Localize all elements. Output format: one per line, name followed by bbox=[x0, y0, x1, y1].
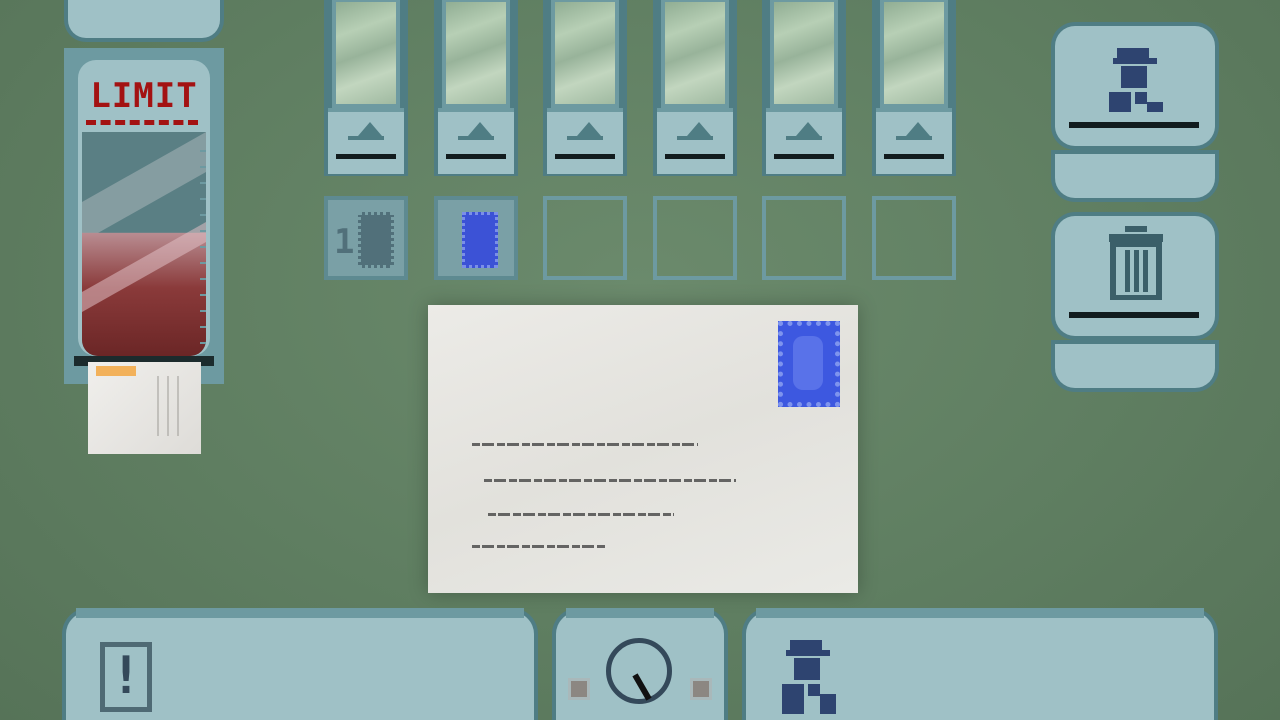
letter-envelope[interactable] bbox=[428, 305, 858, 593]
slot-drop-button[interactable] bbox=[657, 108, 733, 174]
clock-panel bbox=[556, 608, 724, 720]
alert-icon[interactable]: ! bbox=[100, 642, 152, 712]
address-line bbox=[484, 479, 736, 482]
postman-icon bbox=[1109, 48, 1163, 112]
stamp-portrait bbox=[793, 336, 823, 390]
alert-panel: ! bbox=[66, 608, 534, 720]
slot-arrow-base bbox=[458, 136, 494, 140]
slot-arrow-base bbox=[677, 136, 713, 140]
limit-gauge bbox=[82, 132, 206, 356]
up-arrow-icon bbox=[577, 122, 601, 136]
sorting-slot-5[interactable] bbox=[762, 0, 846, 176]
slot-arrow-base bbox=[896, 136, 932, 140]
clock-hand bbox=[632, 673, 652, 701]
limit-meter-cap bbox=[68, 0, 220, 38]
up-arrow-icon bbox=[468, 122, 492, 136]
stamp-box-3[interactable] bbox=[543, 196, 627, 280]
stamp-count: 1 bbox=[334, 222, 355, 262]
card-stamp bbox=[96, 366, 136, 376]
slot-glass bbox=[332, 0, 400, 108]
sorting-slot-1[interactable] bbox=[324, 0, 408, 176]
slot-indicator-bar bbox=[884, 154, 944, 159]
panel-strip bbox=[76, 608, 524, 618]
slot-arrow-base bbox=[348, 136, 384, 140]
slot-indicator-bar bbox=[555, 154, 615, 159]
up-arrow-icon bbox=[906, 122, 930, 136]
address-line bbox=[472, 545, 606, 548]
postman-button[interactable] bbox=[1055, 26, 1215, 146]
sorting-slot-3[interactable] bbox=[543, 0, 627, 176]
stamp-box-4[interactable] bbox=[653, 196, 737, 280]
sorting-slot-4[interactable] bbox=[653, 0, 737, 176]
trash-icon bbox=[1109, 226, 1163, 300]
limit-gauge-fill bbox=[82, 132, 206, 356]
slot-glass bbox=[442, 0, 510, 108]
slot-indicator-bar bbox=[665, 154, 725, 159]
worker-panel bbox=[746, 608, 1214, 720]
ejected-letter-card[interactable] bbox=[88, 362, 201, 454]
slot-drop-button[interactable] bbox=[766, 108, 842, 174]
stamp-box-5[interactable] bbox=[762, 196, 846, 280]
clock-icon bbox=[606, 638, 672, 704]
slot-drop-button[interactable] bbox=[876, 108, 952, 174]
address-line bbox=[472, 443, 698, 446]
speed-up-button[interactable] bbox=[690, 678, 712, 700]
slot-arrow-base bbox=[786, 136, 822, 140]
slot-indicator-bar bbox=[446, 154, 506, 159]
limit-meter-window: LIMIT bbox=[78, 60, 210, 356]
slot-glass bbox=[661, 0, 729, 108]
up-arrow-icon bbox=[687, 122, 711, 136]
trash-button[interactable] bbox=[1055, 216, 1215, 336]
trash-tray bbox=[1055, 344, 1215, 388]
postman-tray bbox=[1055, 154, 1215, 198]
slot-glass bbox=[880, 0, 948, 108]
sorting-slot-2[interactable] bbox=[434, 0, 518, 176]
letter-stamp[interactable] bbox=[778, 321, 840, 407]
sorting-slot-6[interactable] bbox=[872, 0, 956, 176]
slot-indicator-bar bbox=[336, 154, 396, 159]
stamp-box-1[interactable]: 1 bbox=[324, 196, 408, 280]
speed-down-button[interactable] bbox=[568, 678, 590, 700]
slot-indicator-bar bbox=[774, 154, 834, 159]
slot-drop-button[interactable] bbox=[328, 108, 404, 174]
slot-drop-button[interactable] bbox=[438, 108, 514, 174]
stamp-box-6[interactable] bbox=[872, 196, 956, 280]
stamp-box-2[interactable] bbox=[434, 196, 518, 280]
panel-strip bbox=[756, 608, 1204, 618]
up-arrow-icon bbox=[358, 122, 382, 136]
panel-strip bbox=[566, 608, 714, 618]
postman-icon bbox=[782, 640, 836, 714]
slot-drop-button[interactable] bbox=[547, 108, 623, 174]
postman-indicator-bar bbox=[1069, 122, 1199, 128]
card-text-lines bbox=[157, 376, 187, 436]
stamp-icon bbox=[462, 212, 498, 268]
slot-glass bbox=[551, 0, 619, 108]
game-stage: LIMIT 1 ! bbox=[0, 0, 1280, 720]
limit-threshold-line bbox=[86, 120, 198, 125]
address-line bbox=[488, 513, 674, 516]
stamp-icon bbox=[358, 212, 394, 268]
slot-glass bbox=[770, 0, 838, 108]
up-arrow-icon bbox=[796, 122, 820, 136]
limit-ticks bbox=[200, 150, 206, 350]
trash-indicator-bar bbox=[1069, 312, 1199, 318]
limit-meter: LIMIT bbox=[64, 48, 224, 384]
slot-arrow-base bbox=[567, 136, 603, 140]
limit-label: LIMIT bbox=[90, 76, 198, 116]
